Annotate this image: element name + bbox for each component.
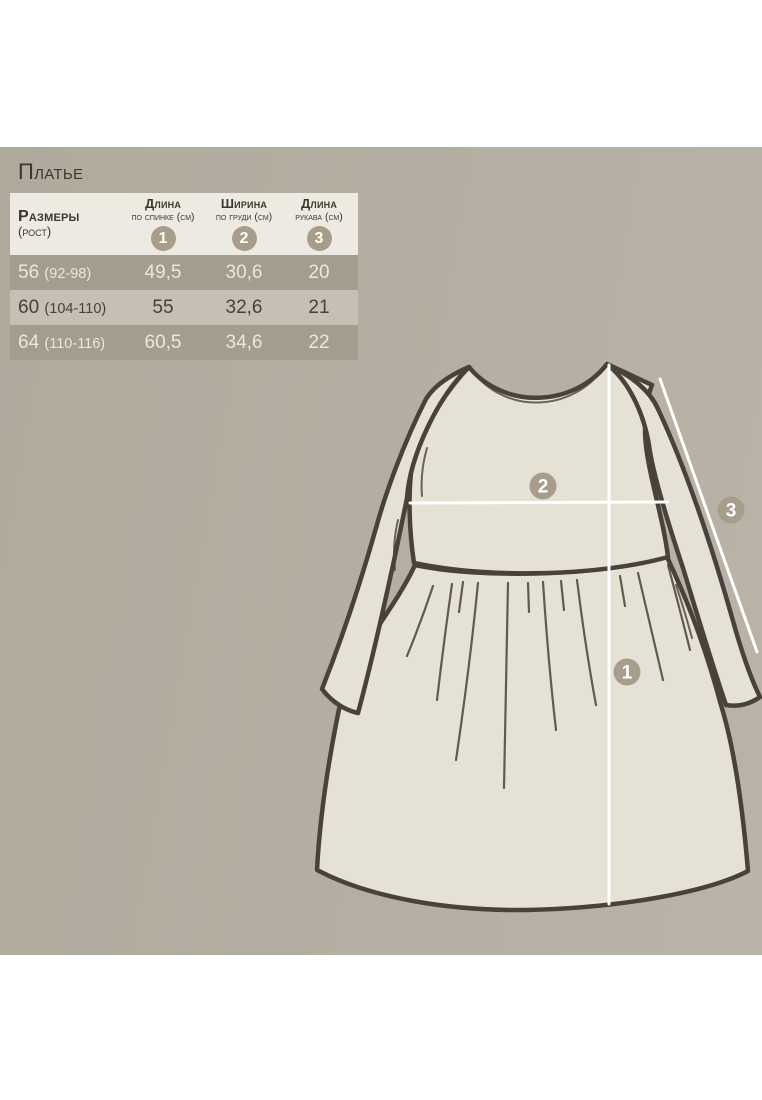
- measure-line-chest-width: [410, 502, 668, 503]
- marker-2-label: 2: [538, 477, 549, 498]
- size-chart-page: Платье Размеры (рост) Длина по спинке (с…: [0, 0, 762, 1100]
- diagram-marker-2: 2: [530, 473, 557, 500]
- marker-3-label: 3: [726, 501, 737, 522]
- diagram-marker-3: 3: [718, 497, 745, 524]
- marker-1-label: 1: [622, 663, 633, 684]
- diagram-marker-1: 1: [614, 659, 641, 686]
- dress-illustration: 2 3 1: [0, 0, 762, 1100]
